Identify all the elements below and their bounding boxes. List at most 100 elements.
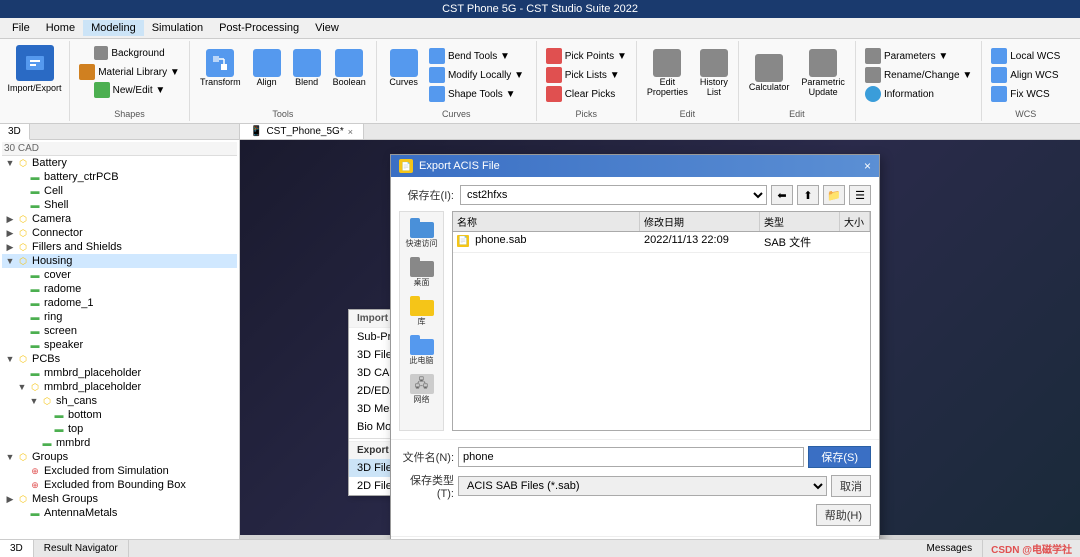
tree-item[interactable]: ⊕ Excluded from Simulation (14, 464, 237, 478)
wcs-col: Local WCS Align WCS Fix WCS (986, 43, 1065, 107)
tree-item[interactable]: ▬ ring (14, 310, 237, 324)
excl-sim-icon: ⊕ (28, 465, 42, 477)
title-text: CST Phone 5G - CST Studio Suite 2022 (442, 3, 638, 15)
params-col: Parameters ▼ Rename/Change ▼ Information (860, 43, 977, 107)
dialog-close-button[interactable]: × (864, 159, 871, 173)
file-list[interactable]: 名称 修改日期 类型 大小 📄 phone.sab 2022/11/1 (452, 211, 871, 431)
col-date[interactable]: 修改日期 (640, 212, 760, 231)
menu-postprocessing[interactable]: Post-Processing (211, 20, 307, 36)
bend-tools-button[interactable]: Bend Tools ▼ (426, 47, 527, 65)
tree-item[interactable]: ▬ top (38, 422, 237, 436)
tree-item[interactable]: ▬ Shell (14, 198, 237, 212)
tree-item[interactable]: ▶ ⬡ Camera (2, 212, 237, 226)
view-btn[interactable]: ☰ (849, 185, 871, 205)
tree-item-cover[interactable]: ▬ cover (14, 268, 237, 282)
tree-item[interactable]: ▬ radome_1 (14, 296, 237, 310)
save-in-combo[interactable]: cst2hfxs (460, 185, 767, 205)
tree-item[interactable]: ▼ ⬡ sh_cans (26, 394, 237, 408)
tree-item[interactable]: ▶ ⬡ Fillers and Shields (2, 240, 237, 254)
acis-version-row: ACIS version: 2017 1.0 (27.0) (391, 536, 879, 539)
antenna-icon: ▬ (28, 507, 42, 519)
modify-locally-button[interactable]: Modify Locally ▼ (426, 66, 527, 84)
rename-change-button[interactable]: Rename/Change ▼ (862, 66, 975, 84)
filename-input[interactable] (458, 447, 804, 467)
tree-item[interactable]: ▼ ⬡ Battery (2, 156, 237, 170)
ribbon-group-curves: Curves Bend Tools ▼ Modify Locally ▼ Sha… (377, 41, 537, 121)
help-button[interactable]: 帮助(H) (816, 504, 871, 526)
col-size[interactable]: 大小 (840, 212, 870, 231)
fix-wcs-icon (991, 86, 1007, 102)
local-wcs-button[interactable]: Local WCS (988, 47, 1063, 65)
save-button[interactable]: 保存(S) (808, 446, 871, 468)
cancel-button[interactable]: 取消 (831, 475, 871, 497)
tree-item[interactable]: ▼ ⬡ Groups (2, 450, 237, 464)
import-export-button[interactable]: Import/Export (3, 43, 65, 95)
pcbs-icon: ⬡ (16, 353, 30, 365)
menu-simulation[interactable]: Simulation (144, 20, 211, 36)
clear-picks-button[interactable]: Clear Picks (543, 85, 630, 103)
align-wcs-button[interactable]: Align WCS (988, 66, 1063, 84)
information-button[interactable]: Information (862, 85, 975, 103)
transform-button[interactable]: Transform (196, 47, 245, 89)
quick-access-starred[interactable]: 快速访问 (403, 218, 441, 249)
calculator-icon (755, 54, 783, 82)
panel-tabs: 3D (0, 124, 239, 140)
up-btn[interactable]: ⬆ (797, 185, 819, 205)
menu-file[interactable]: File (4, 20, 38, 36)
parameters-button[interactable]: Parameters ▼ (862, 47, 975, 65)
menu-modeling[interactable]: Modeling (83, 20, 144, 36)
quick-access-thispc[interactable]: 此电脑 (403, 335, 441, 366)
blend-button[interactable]: Blend (289, 47, 325, 89)
tree-item[interactable]: ▬ battery_ctrPCB (14, 170, 237, 184)
picks-label: Picks (576, 107, 598, 119)
pick-points-button[interactable]: Pick Points ▼ (543, 47, 630, 65)
panel-tab-3d[interactable]: 3D (0, 124, 30, 140)
file-row[interactable]: 📄 phone.sab 2022/11/13 22:09 SAB 文件 (453, 232, 870, 253)
tree-item[interactable]: ⊕ Excluded from Bounding Box (14, 478, 237, 492)
menu-view[interactable]: View (307, 20, 347, 36)
blend-icon (293, 49, 321, 77)
quick-access-desktop[interactable]: 桌面 (403, 257, 441, 288)
calculator-button[interactable]: Calculator (745, 52, 794, 94)
tree-item[interactable]: ▼ ⬡ PCBs (2, 352, 237, 366)
tree-item[interactable]: ▬ speaker (14, 338, 237, 352)
pick-lists-button[interactable]: Pick Lists ▼ (543, 66, 630, 84)
back-btn[interactable]: ⬅ (771, 185, 793, 205)
menu-home[interactable]: Home (38, 20, 83, 36)
tree-item[interactable]: ▬ mmbrd_placeholder (14, 366, 237, 380)
tree-item[interactable]: ▬ mmbrd (26, 436, 237, 450)
filetype-label: 保存类型(T): (399, 472, 454, 500)
material-library-button[interactable]: Material Library ▼ (76, 63, 183, 81)
tree-item[interactable]: ▬ Cell (14, 184, 237, 198)
filetype-select[interactable]: ACIS SAB Files (*.sab) (458, 476, 827, 496)
tree-item[interactable]: ▬ radome (14, 282, 237, 296)
col-name[interactable]: 名称 (453, 212, 640, 231)
quick-access-library[interactable]: 库 (403, 296, 441, 327)
align-button[interactable]: Align (249, 47, 285, 89)
file-icon: 📄 (457, 235, 469, 247)
parametric-update-button[interactable]: ParametricUpdate (797, 47, 849, 99)
tree-item[interactable]: ▶ ⬡ Connector (2, 226, 237, 240)
new-edit-button[interactable]: New/Edit ▼ (91, 81, 169, 99)
new-folder-btn[interactable]: 📁 (823, 185, 845, 205)
background-button[interactable]: Background (91, 45, 167, 61)
ring-icon: ▬ (28, 311, 42, 323)
shape-tools-button[interactable]: Shape Tools ▼ (426, 85, 527, 103)
tree-item[interactable]: ▬ AntennaMetals (14, 506, 237, 520)
fix-wcs-button[interactable]: Fix WCS (988, 85, 1063, 103)
col-type[interactable]: 类型 (760, 212, 840, 231)
main-area: 3D 30 CAD ▼ ⬡ Battery ▬ battery_ctrPCB ▬… (0, 124, 1080, 539)
tree-item-housing[interactable]: ▼ ⬡ Housing (2, 254, 237, 268)
tree-item[interactable]: ▬ screen (14, 324, 237, 338)
history-list-icon (700, 49, 728, 77)
tree-item[interactable]: ▶ ⬡ Mesh Groups (2, 492, 237, 506)
left-panel: 3D 30 CAD ▼ ⬡ Battery ▬ battery_ctrPCB ▬… (0, 124, 240, 539)
edit-properties-button[interactable]: EditProperties (643, 47, 692, 99)
tree-item[interactable]: ▼ ⬡ mmbrd_placeholder (14, 380, 237, 394)
history-list-button[interactable]: HistoryList (696, 47, 732, 99)
tree-item[interactable]: ▬ bottom (38, 408, 237, 422)
curves-button[interactable]: Curves (385, 47, 422, 89)
quick-access-network[interactable]: 🖧 网络 (403, 374, 441, 405)
picks-col: Pick Points ▼ Pick Lists ▼ Clear Picks (541, 43, 632, 107)
boolean-button[interactable]: Boolean (329, 47, 370, 89)
